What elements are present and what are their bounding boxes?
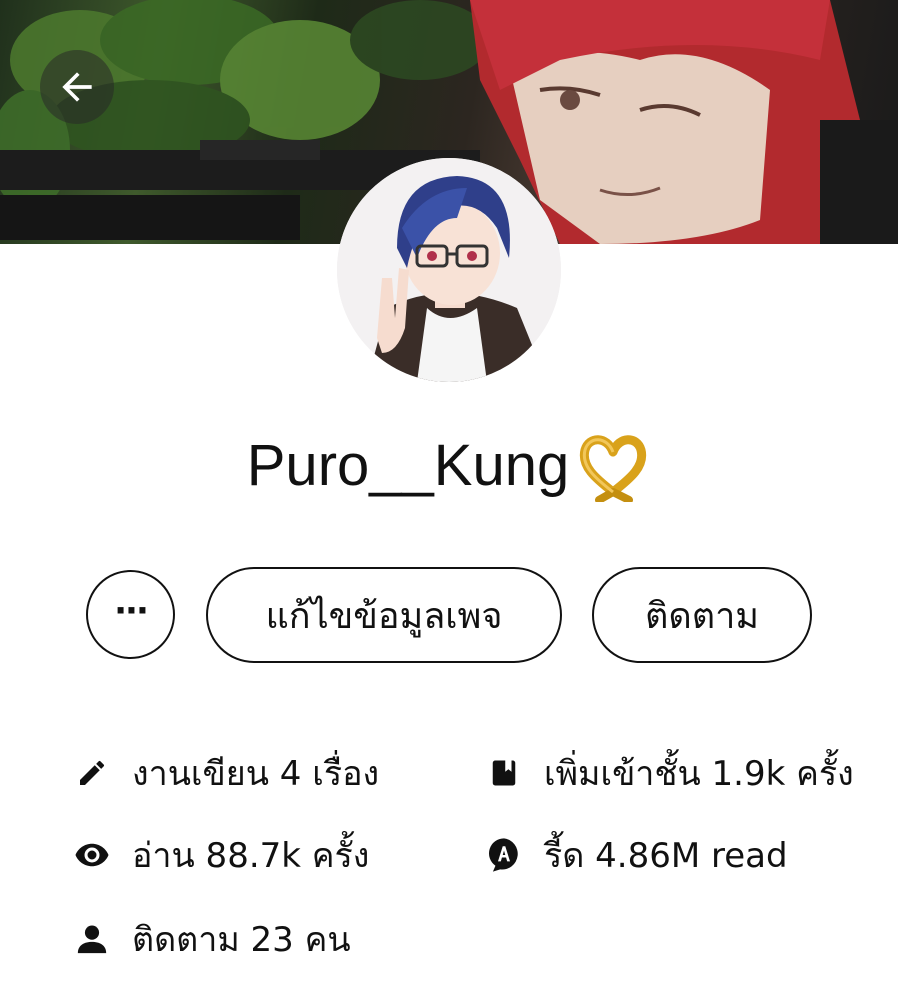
bookmark-book-icon xyxy=(484,753,524,793)
eye-icon xyxy=(72,835,112,875)
more-dots-icon: ··· xyxy=(114,590,149,631)
stat-works: งานเขียน 4 เรื่อง xyxy=(72,746,379,800)
stat-reed-text: รี้ด 4.86M read xyxy=(544,836,788,876)
person-icon xyxy=(72,919,112,959)
back-button[interactable] xyxy=(40,50,114,124)
edit-page-button[interactable]: แก้ไขข้อมูลเพจ xyxy=(206,567,562,663)
stat-reads: อ่าน 88.7k ครั้ง xyxy=(72,828,369,882)
pencil-icon xyxy=(72,753,112,793)
stat-reads-text: อ่าน 88.7k ครั้ง xyxy=(132,836,370,876)
more-options-button[interactable]: ··· xyxy=(86,570,175,659)
arrow-left-icon xyxy=(62,72,92,102)
username-text: Puro__Kung xyxy=(246,433,570,498)
username: Puro__Kung xyxy=(0,428,898,506)
stat-followers: ติดตาม 23 คน xyxy=(72,912,351,966)
stat-followers-text: ติดตาม 23 คน xyxy=(132,920,351,960)
follow-label: ติดตาม xyxy=(644,595,760,637)
stat-works-text: งานเขียน 4 เรื่อง xyxy=(132,754,380,794)
follow-button[interactable]: ติดตาม xyxy=(592,567,812,663)
gold-heart-ribbon-icon xyxy=(575,430,651,504)
avatar[interactable] xyxy=(337,158,561,382)
reed-badge-icon xyxy=(484,835,524,875)
stat-reed: รี้ด 4.86M read xyxy=(484,828,788,882)
avatar-image xyxy=(337,158,561,382)
stat-shelf: เพิ่มเข้าชั้น 1.9k ครั้ง xyxy=(484,746,854,800)
stat-shelf-text: เพิ่มเข้าชั้น 1.9k ครั้ง xyxy=(544,754,854,794)
edit-page-label: แก้ไขข้อมูลเพจ xyxy=(265,595,503,637)
